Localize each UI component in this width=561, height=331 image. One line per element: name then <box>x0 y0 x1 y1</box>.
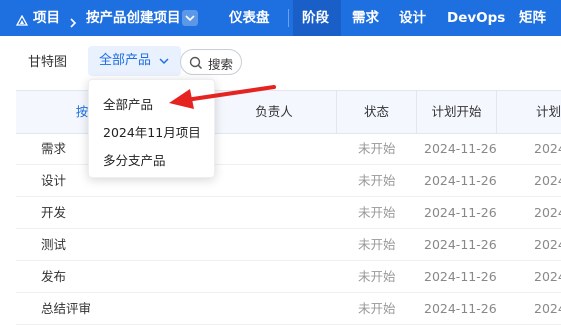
nav-design[interactable]: 设计 <box>399 0 426 36</box>
stage-plan-end: 2024 <box>534 269 561 284</box>
stage-status: 未开始 <box>358 173 396 188</box>
stage-plan-start: 2024-11-26 <box>424 141 497 156</box>
product-filter-value: 全部产品 <box>99 53 152 68</box>
stage-name[interactable]: 测试 <box>41 230 66 260</box>
product-dropdown-menu: 全部产品 2024年11月项目 多分支产品 <box>88 79 215 178</box>
dropdown-option-nov-2024-project[interactable]: 2024年11月项目 <box>103 122 201 141</box>
stage-status: 未开始 <box>358 269 396 284</box>
stage-name[interactable]: 需求 <box>41 134 66 164</box>
dropdown-option-multi-branch-product[interactable]: 多分支产品 <box>103 150 166 169</box>
nav-matrix[interactable]: 矩阵 <box>519 0 546 36</box>
stage-name[interactable]: 设计 <box>41 166 66 196</box>
column-header-plan-end[interactable]: 计划 <box>536 91 561 133</box>
column-header-owner[interactable]: 负责人 <box>196 91 352 133</box>
search-icon <box>189 56 203 70</box>
nav-requirements[interactable]: 需求 <box>352 0 379 36</box>
stage-name[interactable]: 发布 <box>41 262 66 292</box>
stage-plan-end: 2024 <box>534 205 561 220</box>
chevron-right-icon <box>69 13 77 32</box>
search-button[interactable]: 搜索 <box>180 49 242 75</box>
stage-name[interactable]: 总结评审 <box>41 294 91 324</box>
table-row[interactable]: 总结评审 未开始 2024-11-26 2024 <box>16 294 561 325</box>
chevron-down-icon <box>159 58 169 65</box>
column-header-status[interactable]: 状态 <box>337 91 416 133</box>
stage-status: 未开始 <box>358 205 396 220</box>
project-icon <box>15 12 29 31</box>
column-header-plan-start[interactable]: 计划开始 <box>417 91 496 133</box>
stage-plan-start: 2024-11-26 <box>424 269 497 284</box>
chevron-down-icon <box>185 15 195 22</box>
breadcrumb-current-project[interactable]: 按产品创建项目 <box>86 0 181 36</box>
table-row[interactable]: 开发 未开始 2024-11-26 2024 <box>16 198 561 229</box>
nav-stage[interactable]: 阶段 <box>302 0 329 36</box>
nav-devops[interactable]: DevOps <box>447 0 505 36</box>
project-menu-link[interactable]: 项目 <box>33 0 60 36</box>
stage-plan-start: 2024-11-26 <box>424 173 497 188</box>
table-row[interactable]: 测试 未开始 2024-11-26 2024 <box>16 230 561 261</box>
stage-plan-start: 2024-11-26 <box>424 301 497 316</box>
project-switch-dropdown-button[interactable] <box>182 10 198 26</box>
gantt-chart-tab[interactable]: 甘特图 <box>28 51 67 70</box>
top-navigation-bar: 项目 按产品创建项目 仪表盘 阶段 需求 设计 DevOps 矩阵 <box>0 0 561 36</box>
stage-status: 未开始 <box>358 237 396 252</box>
stage-plan-end: 2024 <box>534 173 561 188</box>
stage-status: 未开始 <box>358 141 396 156</box>
stage-plan-start: 2024-11-26 <box>424 237 497 252</box>
table-row[interactable]: 发布 未开始 2024-11-26 2024 <box>16 262 561 293</box>
stage-plan-end: 2024 <box>534 301 561 316</box>
dropdown-option-all-products[interactable]: 全部产品 <box>103 94 153 113</box>
nav-divider <box>288 9 289 27</box>
stage-plan-end: 2024 <box>534 237 561 252</box>
stage-status: 未开始 <box>358 301 396 316</box>
stage-name[interactable]: 开发 <box>41 198 66 228</box>
column-divider <box>496 91 497 133</box>
stage-plan-start: 2024-11-26 <box>424 205 497 220</box>
stage-plan-end: 2024 <box>534 141 561 156</box>
nav-dashboard[interactable]: 仪表盘 <box>229 0 270 36</box>
search-label: 搜索 <box>208 57 234 72</box>
product-filter-select[interactable]: 全部产品 <box>88 46 181 76</box>
